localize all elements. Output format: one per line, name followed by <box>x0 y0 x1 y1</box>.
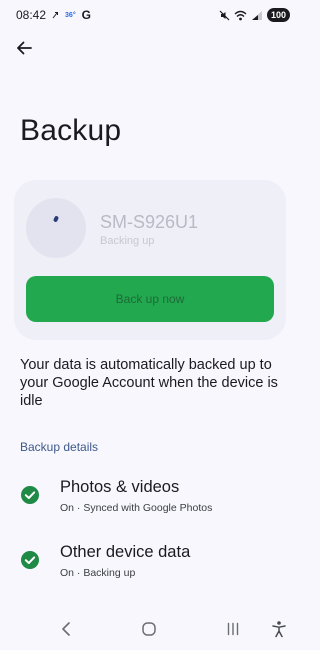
nav-recents-icon <box>227 622 239 636</box>
google-icon: G <box>81 8 91 22</box>
nav-accessibility-button[interactable] <box>266 616 292 642</box>
detail-item-title: Other device data <box>60 543 191 561</box>
device-name: SM-S926U1 <box>100 212 199 232</box>
detail-item-subtitle: On · Synced with Google Photos <box>60 502 213 514</box>
device-card: SM-S926U1 Backing up Back up now <box>14 180 286 340</box>
status-time: 08:42 <box>16 8 47 22</box>
signal-icon <box>251 10 262 20</box>
nav-back-icon <box>62 622 70 636</box>
back-up-now-button[interactable]: Back up now <box>26 276 274 322</box>
status-temperature: 36° <box>65 11 76 19</box>
notification-arrow-icon <box>52 12 59 19</box>
navigation-bar <box>0 608 300 650</box>
status-bar: 08:42 36° G 100 <box>0 0 300 30</box>
detail-item-photos-videos[interactable]: Photos & videos On · Synced with Google … <box>0 478 300 528</box>
back-arrow-icon <box>17 41 32 55</box>
check-circle-icon <box>21 551 39 569</box>
nav-home-button[interactable] <box>136 616 162 642</box>
device-avatar <box>26 198 86 258</box>
nav-recents-button[interactable] <box>220 616 246 642</box>
status-bar-left: 08:42 36° G <box>16 8 91 22</box>
detail-item-title: Photos & videos <box>60 478 180 496</box>
nav-home-icon <box>142 622 156 636</box>
avatar-dot-icon <box>52 215 60 223</box>
back-button[interactable] <box>10 34 38 62</box>
nav-back-button[interactable] <box>53 616 79 642</box>
detail-item-other-device-data[interactable]: Other device data On · Backing up <box>0 543 300 593</box>
accessibility-icon <box>272 621 286 638</box>
check-circle-icon <box>21 486 39 504</box>
backup-info-text: Your data is automatically backed up to … <box>20 357 278 409</box>
wifi-icon <box>234 10 247 20</box>
page-title: Backup <box>20 114 122 147</box>
status-bar-right: 100 <box>219 8 290 22</box>
battery-icon: 100 <box>266 8 290 22</box>
backup-details-header: Backup details <box>20 440 99 454</box>
mute-icon <box>219 10 230 20</box>
detail-item-subtitle: On · Backing up <box>60 567 136 579</box>
device-status: Backing up <box>100 235 155 247</box>
